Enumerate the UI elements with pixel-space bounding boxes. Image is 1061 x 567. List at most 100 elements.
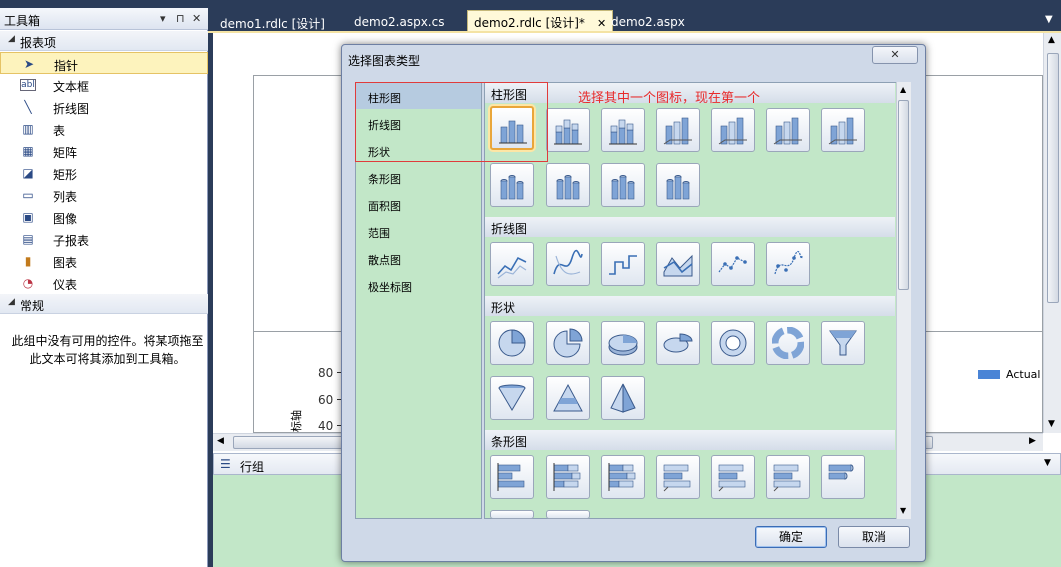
chart-type-tile-step[interactable] bbox=[601, 242, 645, 286]
legend-label: Actual bbox=[1006, 368, 1041, 381]
image-icon: ▣ bbox=[22, 210, 34, 224]
toolbox-item-list[interactable]: ▭ 列表 bbox=[0, 184, 208, 206]
donut-chart-icon bbox=[719, 329, 747, 357]
chart-type-tile-barh[interactable] bbox=[490, 455, 534, 499]
item-label: 文本框 bbox=[53, 80, 90, 94]
chart-type-tile-funnel[interactable] bbox=[821, 321, 865, 365]
scroll-up-icon[interactable]: ▲ bbox=[1048, 35, 1055, 45]
chart-type-tile-cyl[interactable] bbox=[546, 163, 590, 207]
chart-type-tile-barhs[interactable] bbox=[546, 455, 590, 499]
group-general[interactable]: ◢ 常规 bbox=[0, 294, 208, 314]
group-report-items[interactable]: ◢ 报表项 bbox=[0, 31, 208, 51]
scroll-left-icon[interactable]: ◀ bbox=[217, 436, 224, 446]
scroll-right-icon[interactable]: ▶ bbox=[1029, 436, 1036, 446]
chart-type-tile-donutex[interactable] bbox=[766, 321, 810, 365]
y-tick: 80 bbox=[318, 366, 334, 380]
chart-type-tile-barh[interactable] bbox=[490, 510, 534, 519]
chart-type-tile-markers[interactable] bbox=[711, 242, 755, 286]
category-label: 散点图 bbox=[368, 254, 401, 267]
annotation-text: 选择其中一个图标，现在第一个 bbox=[578, 91, 761, 106]
chart-type-tile-col3d[interactable] bbox=[766, 108, 810, 152]
group-menu-icon[interactable]: ▼ bbox=[1044, 458, 1051, 468]
scroll-thumb[interactable] bbox=[1047, 53, 1059, 303]
chart-type-tile-cyl[interactable] bbox=[656, 163, 700, 207]
chart-type-tile-barh3d[interactable] bbox=[766, 455, 810, 499]
y-axis-label: 标轴 bbox=[290, 410, 303, 432]
tab-demo2-rdlc[interactable]: demo2.rdlc [设计]* ✕ bbox=[467, 10, 614, 32]
pin-icon[interactable]: ⊓ bbox=[176, 12, 185, 25]
cyl-chart-icon bbox=[611, 175, 635, 200]
barh3d-chart-icon bbox=[718, 464, 746, 492]
cancel-button[interactable]: 取消 bbox=[838, 526, 910, 548]
chart-type-tile-stack[interactable] bbox=[601, 108, 645, 152]
toolbox-item-gauge[interactable]: ◔ 仪表 bbox=[0, 272, 208, 294]
ok-button[interactable]: 确定 bbox=[755, 526, 827, 548]
chart-type-tile-col3d[interactable] bbox=[656, 108, 700, 152]
chart-type-tile-stack[interactable] bbox=[546, 108, 590, 152]
chart-type-tile-cyl[interactable] bbox=[601, 163, 645, 207]
toolbox-item-chart[interactable]: ▮ 图表 bbox=[0, 250, 208, 272]
barhs-chart-icon bbox=[553, 463, 581, 491]
category-bar[interactable]: 条形图 bbox=[356, 164, 481, 190]
toolbox-item-textbox[interactable]: abl 文本框 bbox=[0, 74, 208, 96]
chart-type-tile-barh[interactable] bbox=[546, 510, 590, 519]
toolbox-item-subreport[interactable]: ▤ 子报表 bbox=[0, 228, 208, 250]
designer-vscroll[interactable]: ▲ ▼ bbox=[1043, 33, 1061, 433]
category-area[interactable]: 面积图 bbox=[356, 191, 481, 217]
toolbox-item-line[interactable]: ╲ 折线图 bbox=[0, 96, 208, 118]
col3d-chart-icon bbox=[718, 117, 747, 145]
y-tick: 40 bbox=[318, 419, 334, 433]
barh-chart-icon bbox=[496, 516, 528, 519]
toolbox-item-table[interactable]: ▥ 表 bbox=[0, 118, 208, 140]
close-icon: ✕ bbox=[890, 48, 900, 61]
chart-type-tile-cyl[interactable] bbox=[490, 163, 534, 207]
tab-demo1-rdlc[interactable]: demo1.rdlc [设计] bbox=[214, 12, 331, 32]
section-label: 形状 bbox=[491, 301, 516, 315]
toolbox-item-image[interactable]: ▣ 图像 bbox=[0, 206, 208, 228]
chart-type-tile-pie3dex[interactable] bbox=[656, 321, 700, 365]
chart-type-tile-col3d[interactable] bbox=[821, 108, 865, 152]
chart-type-tile-pyramid[interactable] bbox=[546, 376, 590, 420]
chart-type-tile-smooth[interactable] bbox=[546, 242, 590, 286]
barhcyl-chart-icon bbox=[828, 464, 854, 480]
chart-type-tile-pyramid3d[interactable] bbox=[601, 376, 645, 420]
tab-demo2-aspx-cs[interactable]: demo2.aspx.cs bbox=[348, 12, 450, 32]
area3d-chart-icon bbox=[663, 254, 693, 277]
item-label: 图像 bbox=[53, 212, 78, 226]
chart-type-tile-barh3d[interactable] bbox=[656, 455, 700, 499]
toolbox-item-pointer[interactable]: ➤ 指针 bbox=[0, 52, 208, 74]
chart-type-tile-smoothm[interactable] bbox=[766, 242, 810, 286]
stack-chart-icon bbox=[554, 119, 582, 145]
chart-type-tile-line[interactable] bbox=[490, 242, 534, 286]
subreport-icon: ▤ bbox=[22, 232, 34, 246]
dialog-close-button[interactable]: ✕ bbox=[872, 46, 918, 64]
chart-type-tile-donut[interactable] bbox=[711, 321, 755, 365]
chart-type-tile-pie3d[interactable] bbox=[601, 321, 645, 365]
chart-type-tile-area3d[interactable] bbox=[656, 242, 700, 286]
scroll-up-icon[interactable]: ▲ bbox=[900, 85, 906, 94]
chart-type-tile-barhcyl[interactable] bbox=[821, 455, 865, 499]
chart-type-tile-pieex[interactable] bbox=[546, 321, 590, 365]
category-polar[interactable]: 极坐标图 bbox=[356, 272, 481, 298]
pointer-icon: ➤ bbox=[23, 57, 35, 71]
chart-type-tile-funnel3d[interactable] bbox=[490, 376, 534, 420]
toolbox-item-rectangle[interactable]: ◪ 矩形 bbox=[0, 162, 208, 184]
scroll-down-icon[interactable]: ▼ bbox=[1048, 419, 1055, 429]
tab-demo2-aspx[interactable]: demo2.aspx bbox=[605, 12, 691, 32]
category-range[interactable]: 范围 bbox=[356, 218, 481, 244]
gallery-scroll-thumb[interactable] bbox=[898, 100, 909, 290]
tab-overflow-icon[interactable]: ▼ bbox=[1045, 14, 1053, 25]
chart-type-tile-col3d[interactable] bbox=[711, 108, 755, 152]
close-icon[interactable]: ✕ bbox=[192, 12, 201, 25]
chart-type-tile-pie[interactable] bbox=[490, 321, 534, 365]
smoothm-chart-icon bbox=[774, 250, 803, 275]
col3d-chart-icon bbox=[773, 117, 802, 145]
dropdown-icon[interactable]: ▾ bbox=[160, 12, 166, 25]
section-line: 折线图 bbox=[485, 217, 895, 237]
toolbox-item-matrix[interactable]: ▦ 矩阵 bbox=[0, 140, 208, 162]
chart-type-tile-barhs[interactable] bbox=[601, 455, 645, 499]
category-scatter[interactable]: 散点图 bbox=[356, 245, 481, 271]
scroll-down-icon[interactable]: ▼ bbox=[900, 506, 906, 515]
chart-type-tile-barh3d[interactable] bbox=[711, 455, 755, 499]
toolbox-panel: 工具箱 ▾ ⊓ ✕ ◢ 报表项 ➤ 指针 abl 文本框 ╲ 折线图 ▥ 表 ▦ 矩阵 ◪… bbox=[0, 8, 208, 567]
